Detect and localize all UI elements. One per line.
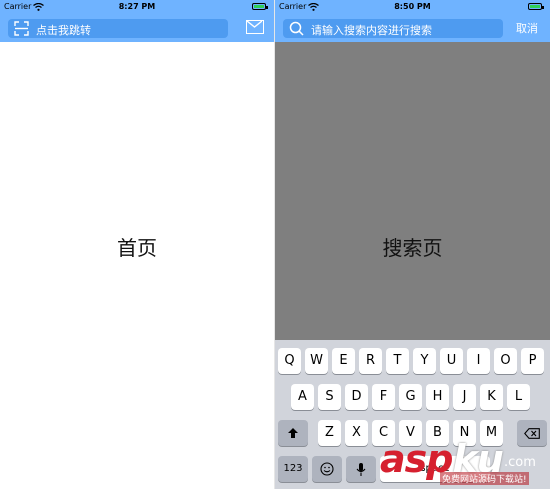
status-bar: Carrier 8:27 PM (0, 0, 274, 15)
key-d[interactable]: D (345, 384, 368, 410)
emoji-key[interactable] (312, 456, 342, 482)
backspace-key[interactable] (517, 420, 547, 446)
status-bar: Carrier 8:50 PM (275, 0, 550, 15)
status-time: 8:27 PM (118, 2, 156, 11)
navigation-bar: 请输入搜索内容进行搜索 取消 (275, 15, 550, 42)
key-p[interactable]: P (521, 348, 544, 374)
key-t[interactable]: T (386, 348, 409, 374)
home-screen: Carrier 8:27 PM 点击我跳转 首页 (0, 0, 274, 489)
search-page-label: 搜索页 (382, 236, 443, 260)
key-k[interactable]: K (480, 384, 503, 410)
search-placeholder: 请输入搜索内容进行搜索 (311, 24, 432, 37)
key-o[interactable]: O (494, 348, 517, 374)
search-jump-bar[interactable]: 点击我跳转 (8, 19, 228, 38)
home-page-label: 首页 (117, 236, 157, 260)
navigation-bar: 点击我跳转 (0, 15, 274, 42)
key-f[interactable]: F (372, 384, 395, 410)
key-h[interactable]: H (426, 384, 449, 410)
key-z[interactable]: Z (318, 420, 341, 446)
search-icon (289, 21, 304, 36)
key-i[interactable]: I (467, 348, 490, 374)
key-q[interactable]: Q (278, 348, 301, 374)
key-y[interactable]: Y (413, 348, 436, 374)
search-jump-label: 点击我跳转 (36, 24, 91, 37)
battery-icon (528, 3, 544, 10)
key-l[interactable]: L (507, 384, 530, 410)
dictation-key[interactable] (346, 456, 376, 482)
shift-icon (288, 428, 298, 438)
search-input[interactable]: 请输入搜索内容进行搜索 (283, 19, 503, 38)
key-a[interactable]: A (291, 384, 314, 410)
scan-icon (14, 21, 29, 36)
watermark-domain: .com (504, 455, 536, 470)
key-s[interactable]: S (318, 384, 341, 410)
emoji-icon (320, 462, 334, 476)
numbers-key[interactable]: 123 (278, 456, 308, 482)
shift-key[interactable] (278, 420, 308, 446)
key-j[interactable]: J (453, 384, 476, 410)
mail-icon[interactable] (246, 20, 264, 34)
backspace-icon (524, 428, 540, 439)
key-w[interactable]: W (305, 348, 328, 374)
microphone-icon (356, 463, 366, 476)
search-screen: Carrier 8:50 PM 请输入搜索内容进行搜索 取消 搜索页 Q W E… (275, 0, 550, 489)
key-u[interactable]: U (440, 348, 463, 374)
key-x[interactable]: X (345, 420, 368, 446)
cancel-button[interactable]: 取消 (516, 20, 538, 36)
key-r[interactable]: R (359, 348, 382, 374)
watermark-tagline: 免费网站源码下载站! (440, 472, 529, 485)
key-g[interactable]: G (399, 384, 422, 410)
status-time: 8:50 PM (394, 2, 431, 11)
key-e[interactable]: E (332, 348, 355, 374)
battery-icon (252, 3, 268, 10)
